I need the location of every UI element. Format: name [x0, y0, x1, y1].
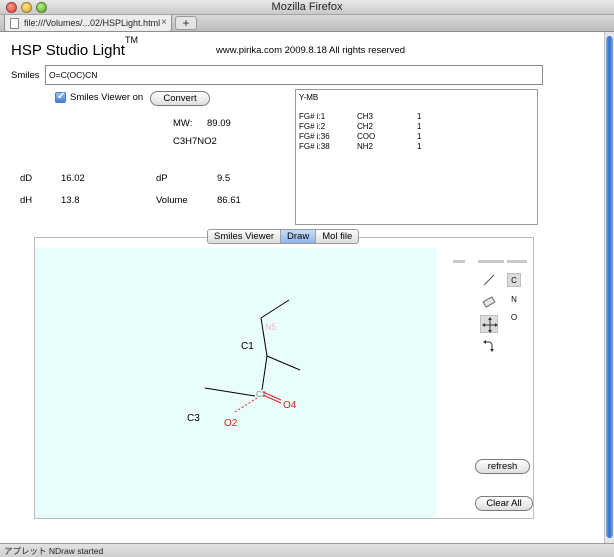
tab-draw[interactable]: Draw	[281, 230, 317, 243]
atom-nitrogen-button[interactable]: N	[507, 293, 521, 307]
move-icon[interactable]	[480, 315, 498, 333]
clear-all-button[interactable]: Clear All	[475, 496, 533, 511]
atom-carbon-button[interactable]: C	[507, 273, 521, 287]
method-label: Y-MB	[296, 93, 537, 103]
tab-close-icon[interactable]: ×	[161, 17, 167, 28]
status-bar: アプレット NDraw started	[0, 543, 614, 557]
fragment-group: CH3	[357, 112, 374, 121]
fragment-row: FG# i:2 CH2 1	[296, 122, 537, 132]
app-title-text: HSP Studio Light	[11, 42, 125, 59]
tab-label: file:///Volumes/...02/HSPLight.html	[24, 18, 161, 28]
fragment-group: NH2	[357, 142, 374, 151]
vertical-scrollbar[interactable]	[604, 32, 614, 543]
eraser-icon[interactable]	[480, 293, 498, 311]
fragment-count: 1	[417, 142, 422, 151]
method-text: Y-MB	[299, 93, 319, 102]
smiles-viewer-label: Smiles Viewer on	[70, 92, 144, 103]
tool-panel: C N O refresh Clear All	[437, 248, 533, 518]
bond	[260, 299, 290, 319]
fragment-count: 1	[417, 122, 422, 131]
smiles-label: Smiles	[11, 70, 40, 81]
status-text: アプレット NDraw started	[4, 546, 104, 556]
line-icon[interactable]	[480, 271, 498, 289]
line-icon-glyph	[483, 274, 495, 286]
smiles-input[interactable]	[45, 65, 543, 85]
window-title: Mozilla Firefox	[271, 1, 343, 13]
dd-value: 16.02	[61, 173, 85, 184]
molecule-drawing: N5 C1 C3 O4 O2 C3	[187, 299, 301, 429]
toolbar-separator	[453, 260, 465, 263]
tab-mol-file[interactable]: Mol file	[316, 230, 358, 243]
scrollbar-thumb[interactable]	[606, 36, 613, 538]
fragment-id: FG# i:38	[299, 142, 330, 151]
fragment-row: FG# i:36 COO 1	[296, 132, 537, 142]
bond	[204, 387, 256, 397]
move-icon-glyph	[482, 317, 498, 333]
new-tab-button[interactable]: +	[175, 16, 197, 30]
view-tabs: Smiles Viewer Draw Mol file	[207, 229, 360, 244]
atom-label-o2: O2	[224, 418, 238, 429]
bond	[234, 397, 258, 413]
dd-label: dD	[20, 173, 33, 184]
mw-label: MW:	[173, 118, 193, 129]
fragment-group: COO	[357, 132, 376, 141]
dh-value: 13.8	[61, 195, 80, 206]
bond	[261, 355, 268, 391]
bond	[266, 355, 301, 371]
fragment-row: FG# i:38 NH2 1	[296, 142, 537, 152]
atom-oxygen-button[interactable]: O	[507, 311, 521, 325]
volume-value: 86.61	[217, 195, 241, 206]
atom-label-c1: C1	[241, 341, 254, 352]
fragment-output-box[interactable]: Y-MB FG# i:1 CH3 1 FG# i:2 CH2 1 FG# i:36 COO…	[295, 89, 538, 225]
copyright-text: www.pirika.com 2009.8.18 All rights rese…	[216, 45, 406, 56]
fragment-id: FG# i:1	[299, 112, 326, 121]
trademark-mark: TM	[124, 35, 138, 45]
convert-button[interactable]: Convert	[150, 91, 210, 106]
eraser-icon-glyph	[482, 296, 496, 308]
fragment-id: FG# i:36	[299, 132, 330, 141]
page-icon	[10, 18, 19, 29]
fragment-group: CH2	[357, 122, 374, 131]
tab-smiles-viewer[interactable]: Smiles Viewer	[208, 230, 282, 243]
mw-value: 89.09	[207, 118, 231, 129]
app-title: HSP Studio LightTM	[11, 35, 138, 59]
rotate-icon-glyph	[483, 340, 494, 352]
dp-label: dP	[156, 173, 168, 184]
atom-label-c3: C3	[256, 390, 267, 399]
fragment-count: 1	[417, 132, 422, 141]
volume-label: Volume	[156, 195, 188, 206]
atom-label-o4: O4	[283, 400, 297, 411]
formula-value: C3H7NO2	[173, 136, 217, 147]
title-bar: Mozilla Firefox	[0, 0, 614, 15]
fragment-row: FG# i:1 CH3 1	[296, 112, 537, 122]
page-content: HSP Studio LightTM www.pirika.com 2009.8…	[0, 32, 604, 543]
applet-frame: Smiles Viewer Draw Mol file N5 C1 C3 O4 …	[34, 229, 534, 519]
molecule-canvas[interactable]: N5 C1 C3 O4 O2 C3	[35, 248, 437, 518]
fragment-count: 1	[417, 112, 422, 121]
toolbar-separator	[507, 260, 527, 263]
refresh-button[interactable]: refresh	[475, 459, 530, 474]
smiles-viewer-checkbox[interactable]	[55, 91, 66, 103]
dp-value: 9.5	[217, 173, 231, 184]
rotate-icon[interactable]	[480, 337, 498, 355]
atom-label-c-left: C3	[187, 413, 200, 424]
atom-label-n5: N5	[265, 322, 277, 332]
browser-tab[interactable]: file:///Volumes/...02/HSPLight.html ×	[4, 15, 172, 32]
toolbar-separator	[478, 260, 504, 263]
browser-window: Mozilla Firefox file:///Volumes/...02/HS…	[0, 0, 614, 557]
dh-label: dH	[20, 195, 33, 206]
fragment-id: FG# i:2	[299, 122, 326, 131]
tab-strip: file:///Volumes/...02/HSPLight.html × +	[0, 15, 614, 32]
